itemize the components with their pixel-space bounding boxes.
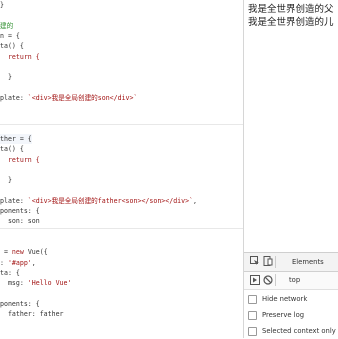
devtools-panel: Elements top Hide network Preserve log S… xyxy=(244,252,338,339)
clear-console-icon[interactable] xyxy=(262,275,273,286)
code-token: , xyxy=(193,196,198,205)
code-token: plate: xyxy=(0,93,28,102)
code-editor[interactable]: } 建的 n = { ta() { return { } plate: `<div>我是… xyxy=(0,0,243,338)
code-token: ponents: { xyxy=(0,207,40,215)
selected-context-label: Selected context only xyxy=(262,327,336,335)
toolbar-divider xyxy=(275,256,276,268)
code-line[interactable]: ponents: { xyxy=(0,206,40,216)
code-line[interactable]: } xyxy=(0,0,4,10)
code-token: } xyxy=(0,73,12,82)
code-line[interactable]: ponents: { xyxy=(0,299,40,309)
code-token: '#app' xyxy=(7,258,32,267)
code-token: 建的 xyxy=(0,21,14,30)
code-token: new xyxy=(11,248,24,257)
code-token: `<div>我是全局创建的son</div>` xyxy=(27,93,138,102)
code-token: ther = { xyxy=(0,134,32,143)
console-toolbar: top xyxy=(244,272,338,290)
code-token: ta() { xyxy=(0,42,24,51)
code-line[interactable]: msg: 'Hello Vue' xyxy=(0,278,72,288)
code-line[interactable]: n = { xyxy=(0,31,20,41)
code-token: } xyxy=(0,176,12,185)
code-token: return { xyxy=(0,155,40,164)
code-line[interactable]: return { xyxy=(0,52,40,62)
code-line[interactable]: plate: `<div>我是全局创建的son</div>` xyxy=(0,93,137,103)
code-token: : xyxy=(0,258,8,267)
code-token: ponents: { xyxy=(0,299,40,308)
code-token: father: father xyxy=(0,310,64,318)
context-selector[interactable]: top xyxy=(289,276,300,284)
code-token: plate: xyxy=(0,196,28,205)
code-line[interactable]: ta() { xyxy=(0,41,24,51)
option-hide-network[interactable]: Hide network xyxy=(248,292,307,306)
toolbar-divider xyxy=(275,274,276,286)
father-text: 我是全世界创造的父 xyxy=(248,4,334,15)
code-token: msg: xyxy=(0,279,28,288)
preserve-log-label: Preserve log xyxy=(262,311,305,319)
code-token: ta() { xyxy=(0,145,24,154)
preserve-log-checkbox[interactable] xyxy=(248,310,257,320)
code-line[interactable]: ta: { xyxy=(0,268,20,278)
rendered-page: 我是全世界创造的父 我是全世界创造的儿 xyxy=(244,0,338,252)
code-token: , xyxy=(31,258,36,267)
code-line[interactable]: 建的 xyxy=(0,21,13,31)
code-line[interactable]: = new Vue({ xyxy=(0,247,48,257)
code-line[interactable]: } xyxy=(0,72,12,82)
code-token: 'Hello Vue' xyxy=(27,279,72,288)
code-token: `<div>我是全局创建的father<son></son></div>` xyxy=(27,196,194,205)
code-token: ta: { xyxy=(0,268,20,277)
hide-network-label: Hide network xyxy=(262,295,308,303)
devtools-toolbar: Elements xyxy=(244,253,338,272)
code-token: n = { xyxy=(0,31,20,40)
hide-network-checkbox[interactable] xyxy=(248,294,257,304)
option-selected-context[interactable]: Selected context only xyxy=(248,324,336,338)
code-line[interactable]: plate: `<div>我是全局创建的father<son></son></d… xyxy=(0,196,197,206)
selected-context-checkbox[interactable] xyxy=(248,326,257,336)
code-token: son: son xyxy=(0,217,40,226)
device-toggle-icon[interactable] xyxy=(262,256,273,267)
editor-divider xyxy=(0,228,243,229)
code-line[interactable]: son: son xyxy=(0,216,40,226)
code-line[interactable]: return { xyxy=(0,155,40,165)
option-preserve-log[interactable]: Preserve log xyxy=(248,308,304,322)
code-token: return { xyxy=(0,52,40,61)
code-line[interactable]: : '#app', xyxy=(0,258,36,268)
code-line[interactable]: ther = { xyxy=(0,133,32,144)
code-line[interactable]: ta() { xyxy=(0,144,24,154)
code-token: = xyxy=(0,248,12,257)
code-line[interactable]: } xyxy=(0,175,12,185)
editor-divider xyxy=(0,124,243,125)
son-text: 我是全世界创造的儿 xyxy=(248,17,334,28)
execute-icon[interactable] xyxy=(249,275,260,286)
tab-elements[interactable]: Elements xyxy=(280,253,336,271)
code-line[interactable]: father: father xyxy=(0,309,64,319)
code-token: Vue({ xyxy=(23,248,48,257)
code-token: } xyxy=(0,1,4,9)
inspect-icon[interactable] xyxy=(249,256,260,267)
